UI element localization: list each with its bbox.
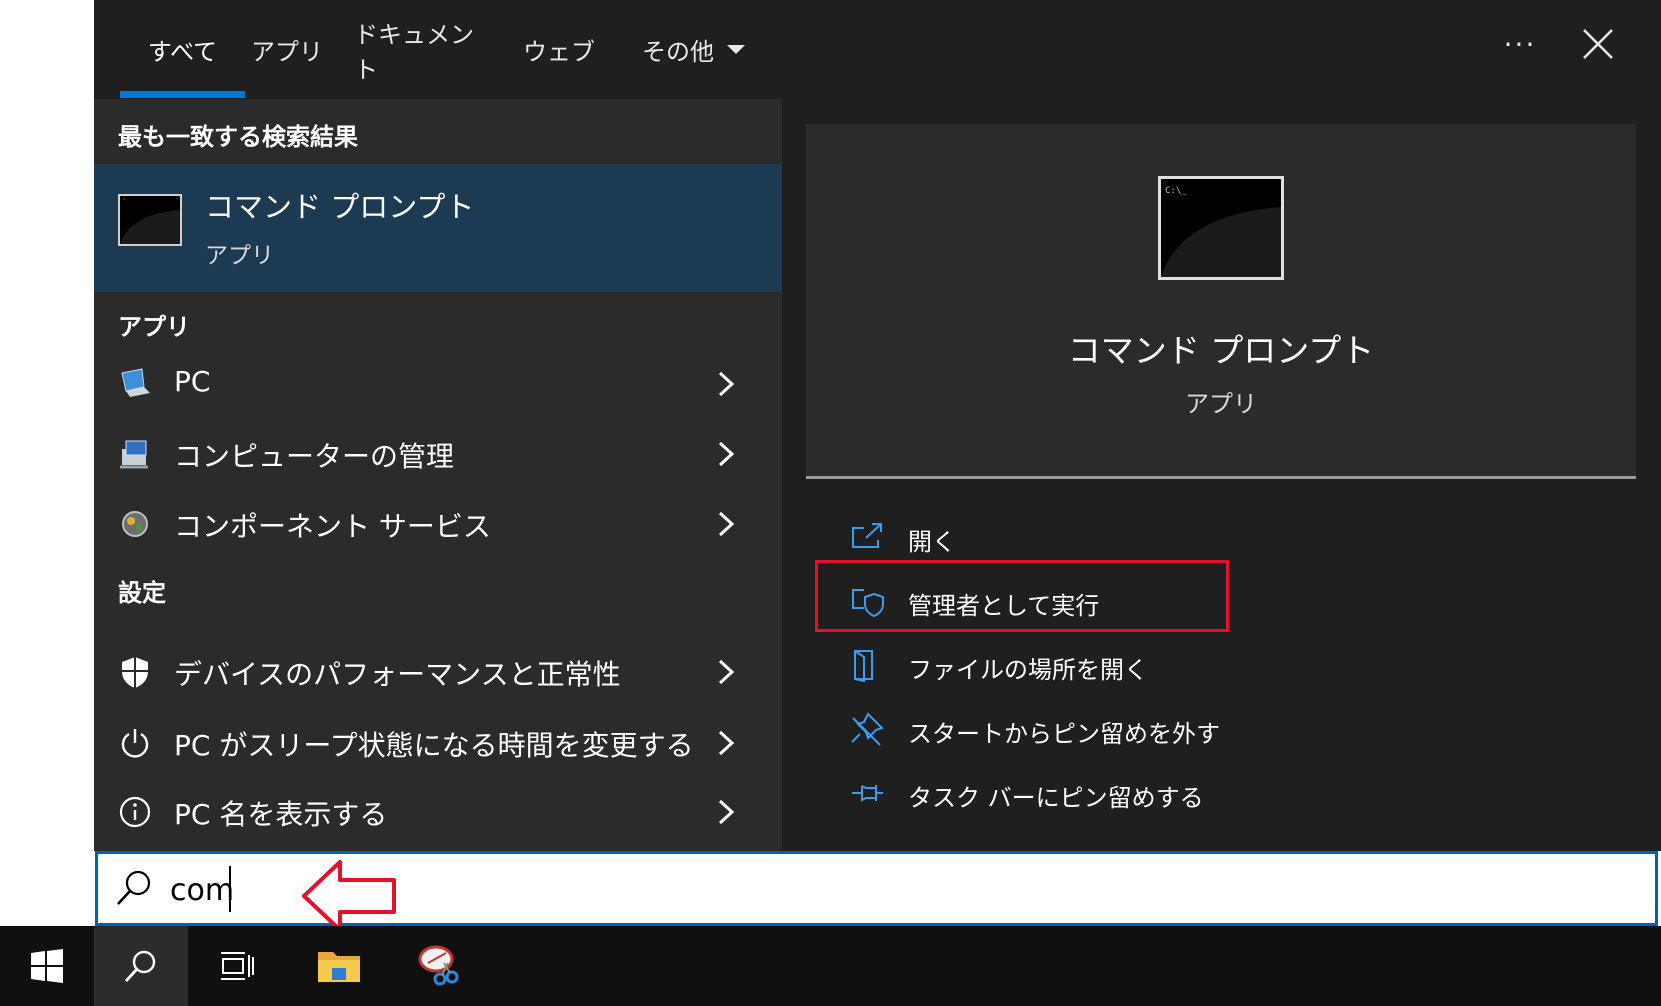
tab-all-label: すべて xyxy=(147,38,218,66)
search-icon xyxy=(124,950,156,982)
tab-web-label: ウェブ xyxy=(523,38,595,66)
detail-divider xyxy=(806,476,1636,479)
taskbar-search-button[interactable] xyxy=(94,926,188,1006)
tab-web[interactable]: ウェブ xyxy=(514,0,604,99)
tab-all[interactable]: すべて xyxy=(120,0,245,99)
list-item-device-health[interactable]: デバイスのパフォーマンスと正常性 xyxy=(94,637,782,707)
tab-documents-label: ドキュメント xyxy=(354,20,474,84)
snipping-tool-button[interactable] xyxy=(392,926,486,1006)
list-item-label: PC 名を表示する xyxy=(174,798,388,831)
pc-icon xyxy=(121,368,150,397)
search-icon xyxy=(117,870,151,905)
best-match-subtitle: アプリ xyxy=(205,243,274,269)
tab-more[interactable]: その他 xyxy=(624,0,764,99)
chevron-down-icon xyxy=(727,44,745,54)
more-options-button[interactable]: ··· xyxy=(1500,24,1540,64)
shield-icon xyxy=(122,657,148,688)
action-label: スタートからピン留めを外す xyxy=(908,720,1220,748)
task-view-button[interactable] xyxy=(190,926,284,1006)
chevron-right-icon xyxy=(718,799,735,825)
list-item-component-services[interactable]: コンポーネント サービス xyxy=(94,489,782,559)
detail-card: C:\_ コマンド プロンプト アプリ xyxy=(806,124,1636,476)
open-action[interactable]: 開く xyxy=(850,512,1350,562)
chevron-right-icon xyxy=(718,511,735,537)
settings-header: 設定 xyxy=(118,579,166,607)
list-item-label: PC xyxy=(174,365,211,398)
list-item-label: デバイスのパフォーマンスと正常性 xyxy=(174,658,621,691)
active-tab-indicator xyxy=(120,91,245,98)
chevron-right-icon xyxy=(718,371,735,397)
command-prompt-icon: C:\_ xyxy=(1158,176,1284,280)
open-file-location-action[interactable]: ファイルの場所を開く xyxy=(850,640,1350,690)
pin-taskbar-icon xyxy=(852,785,883,802)
list-item-label: PC がスリープ状態になる時間を変更する xyxy=(174,729,694,762)
search-input[interactable] xyxy=(170,862,770,918)
close-icon[interactable] xyxy=(1576,22,1620,66)
list-item-sleep-settings[interactable]: PC がスリープ状態になる時間を変更する xyxy=(94,708,782,778)
chevron-right-icon xyxy=(718,730,735,756)
list-item-computer-management[interactable]: コンピューターの管理 xyxy=(94,419,782,489)
command-prompt-icon: ` xyxy=(118,194,182,246)
action-label: 開く xyxy=(908,528,956,556)
snipping-tool-icon xyxy=(418,945,459,986)
power-icon xyxy=(121,729,149,758)
start-button[interactable] xyxy=(0,926,94,1006)
info-icon xyxy=(119,796,151,828)
file-location-icon xyxy=(854,650,873,682)
tab-apps-label: アプリ xyxy=(251,38,323,66)
file-explorer-button[interactable] xyxy=(292,926,386,1006)
chevron-right-icon xyxy=(718,659,735,685)
highlight-annotation-box xyxy=(815,560,1229,632)
best-match-header: 最も一致する検索結果 xyxy=(118,123,358,151)
windows-logo-icon xyxy=(31,949,63,983)
list-item-pc[interactable]: PC xyxy=(94,349,782,419)
list-item-label: コンピューターの管理 xyxy=(174,440,455,473)
unpin-from-start-action[interactable]: スタートからピン留めを外す xyxy=(850,704,1350,754)
svg-text:`: ` xyxy=(123,199,127,206)
unpin-start-icon xyxy=(851,712,884,746)
tab-apps[interactable]: アプリ xyxy=(245,0,329,99)
svg-text:C:\_: C:\_ xyxy=(1165,186,1187,196)
detail-title: コマンド プロンプト xyxy=(1067,331,1375,370)
tab-more-label: その他 xyxy=(642,38,714,66)
folder-icon xyxy=(318,952,360,982)
detail-subtitle: アプリ xyxy=(1185,390,1257,418)
action-label: タスク バーにピン留めする xyxy=(908,784,1204,812)
task-view-icon xyxy=(221,952,254,980)
component-services-icon xyxy=(122,511,148,537)
chevron-right-icon xyxy=(718,441,735,467)
action-label: ファイルの場所を開く xyxy=(908,656,1148,684)
apps-header: アプリ xyxy=(118,313,190,341)
list-item-pc-name[interactable]: PC 名を表示する xyxy=(94,777,782,847)
pin-to-taskbar-action[interactable]: タスク バーにピン留めする xyxy=(850,768,1350,818)
more-options-label: ··· xyxy=(1503,27,1537,61)
list-item-label: コンポーネント サービス xyxy=(174,510,491,543)
best-match-item[interactable]: ` コマンド プロンプト アプリ xyxy=(94,164,782,292)
tab-documents[interactable]: ドキュメント xyxy=(354,0,494,99)
computer-management-icon xyxy=(120,440,148,469)
open-icon xyxy=(852,523,882,548)
search-filter-bar: すべて アプリ ドキュメント ウェブ その他 xyxy=(94,0,1661,99)
left-arrow-annotation-icon xyxy=(302,860,396,932)
text-caret xyxy=(229,866,231,912)
best-match-title: コマンド プロンプト xyxy=(205,190,475,224)
